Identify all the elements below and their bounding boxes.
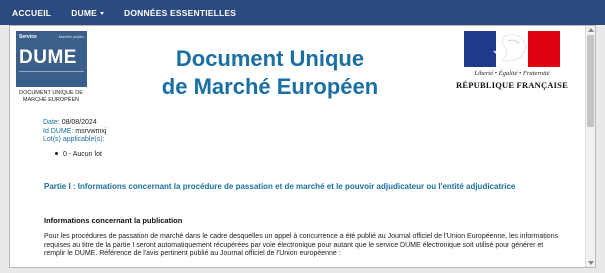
nav-accueil-label: ACCUEIL <box>12 7 52 18</box>
publication-paragraph: Pour les procédures de passation de marc… <box>44 233 559 258</box>
lots-label: Lot(s) applicable(s): <box>43 136 105 143</box>
logo-dume-text: DUME <box>19 47 77 68</box>
nav-accueil[interactable]: ACCUEIL <box>0 0 61 25</box>
document-content: Service Marchés publics DUME DOCUMENT UN… <box>10 26 585 267</box>
logo-divider <box>19 71 84 72</box>
republique-motto: Liberté • Égalité • Fraternité <box>474 70 550 77</box>
tricolor-flag-icon <box>464 31 560 67</box>
nav-dume-label: DUME <box>71 7 98 18</box>
title-line-1: Document Unique <box>175 46 365 71</box>
logo-tagline-text: Marchés publics <box>58 35 84 39</box>
logo-service-text: Service <box>19 34 37 40</box>
scroll-down-arrow-icon[interactable] <box>588 261 594 265</box>
dume-logo-caption: DOCUMENT UNIQUE DE MARCHÉ EUROPÉEN <box>19 90 83 103</box>
republique-francaise-logo: Liberté • Égalité • Fraternité RÉPUBLIQU… <box>456 31 568 91</box>
caret-down-icon <box>100 11 105 15</box>
lot-list-item: 0 - Aucun lot <box>55 151 102 158</box>
title-line-2: de Marché Européen <box>161 74 379 99</box>
date-value: 08/08/2024 <box>61 119 97 126</box>
part-one-heading: Partie I : Informations concernant la pr… <box>44 182 516 191</box>
top-navbar: ACCUEIL DUME DONNÉES ESSENTIELLES <box>0 0 605 25</box>
meta-lots-row: Lot(s) applicable(s): <box>43 136 106 145</box>
vertical-scrollbar[interactable] <box>585 26 595 267</box>
meta-date-row: Date: 08/08/2024 <box>43 119 106 128</box>
republique-name: RÉPUBLIQUE FRANÇAISE <box>456 80 568 90</box>
publication-subheading: Informations concernant la publication <box>44 216 183 225</box>
date-label: Date: <box>43 119 60 126</box>
bullet-icon <box>55 151 58 155</box>
nav-donnees-essentielles[interactable]: DONNÉES ESSENTIELLES <box>114 0 246 25</box>
id-dume-value: msrvwmxj <box>75 127 107 135</box>
document-frame: Service Marchés publics DUME DOCUMENT UN… <box>9 25 596 268</box>
meta-id-row: Id DUME: msrvwmxj <box>43 128 106 137</box>
nav-donnees-label: DONNÉES ESSENTIELLES <box>124 7 237 18</box>
lot-item-text: 0 - Aucun lot <box>63 151 102 158</box>
page-title: Document Unique de Marché Européen <box>130 45 410 101</box>
marianne-profile-icon <box>493 34 526 62</box>
dume-logo: Service Marchés publics DUME <box>16 31 87 87</box>
scroll-up-arrow-icon[interactable] <box>588 28 594 32</box>
document-metadata: Date: 08/08/2024 Id DUME: msrvwmxj Lot(s… <box>43 119 106 145</box>
scrollbar-thumb[interactable] <box>587 35 594 127</box>
id-dume-label: Id DUME: <box>43 127 74 135</box>
nav-dume-dropdown[interactable]: DUME <box>61 0 114 25</box>
